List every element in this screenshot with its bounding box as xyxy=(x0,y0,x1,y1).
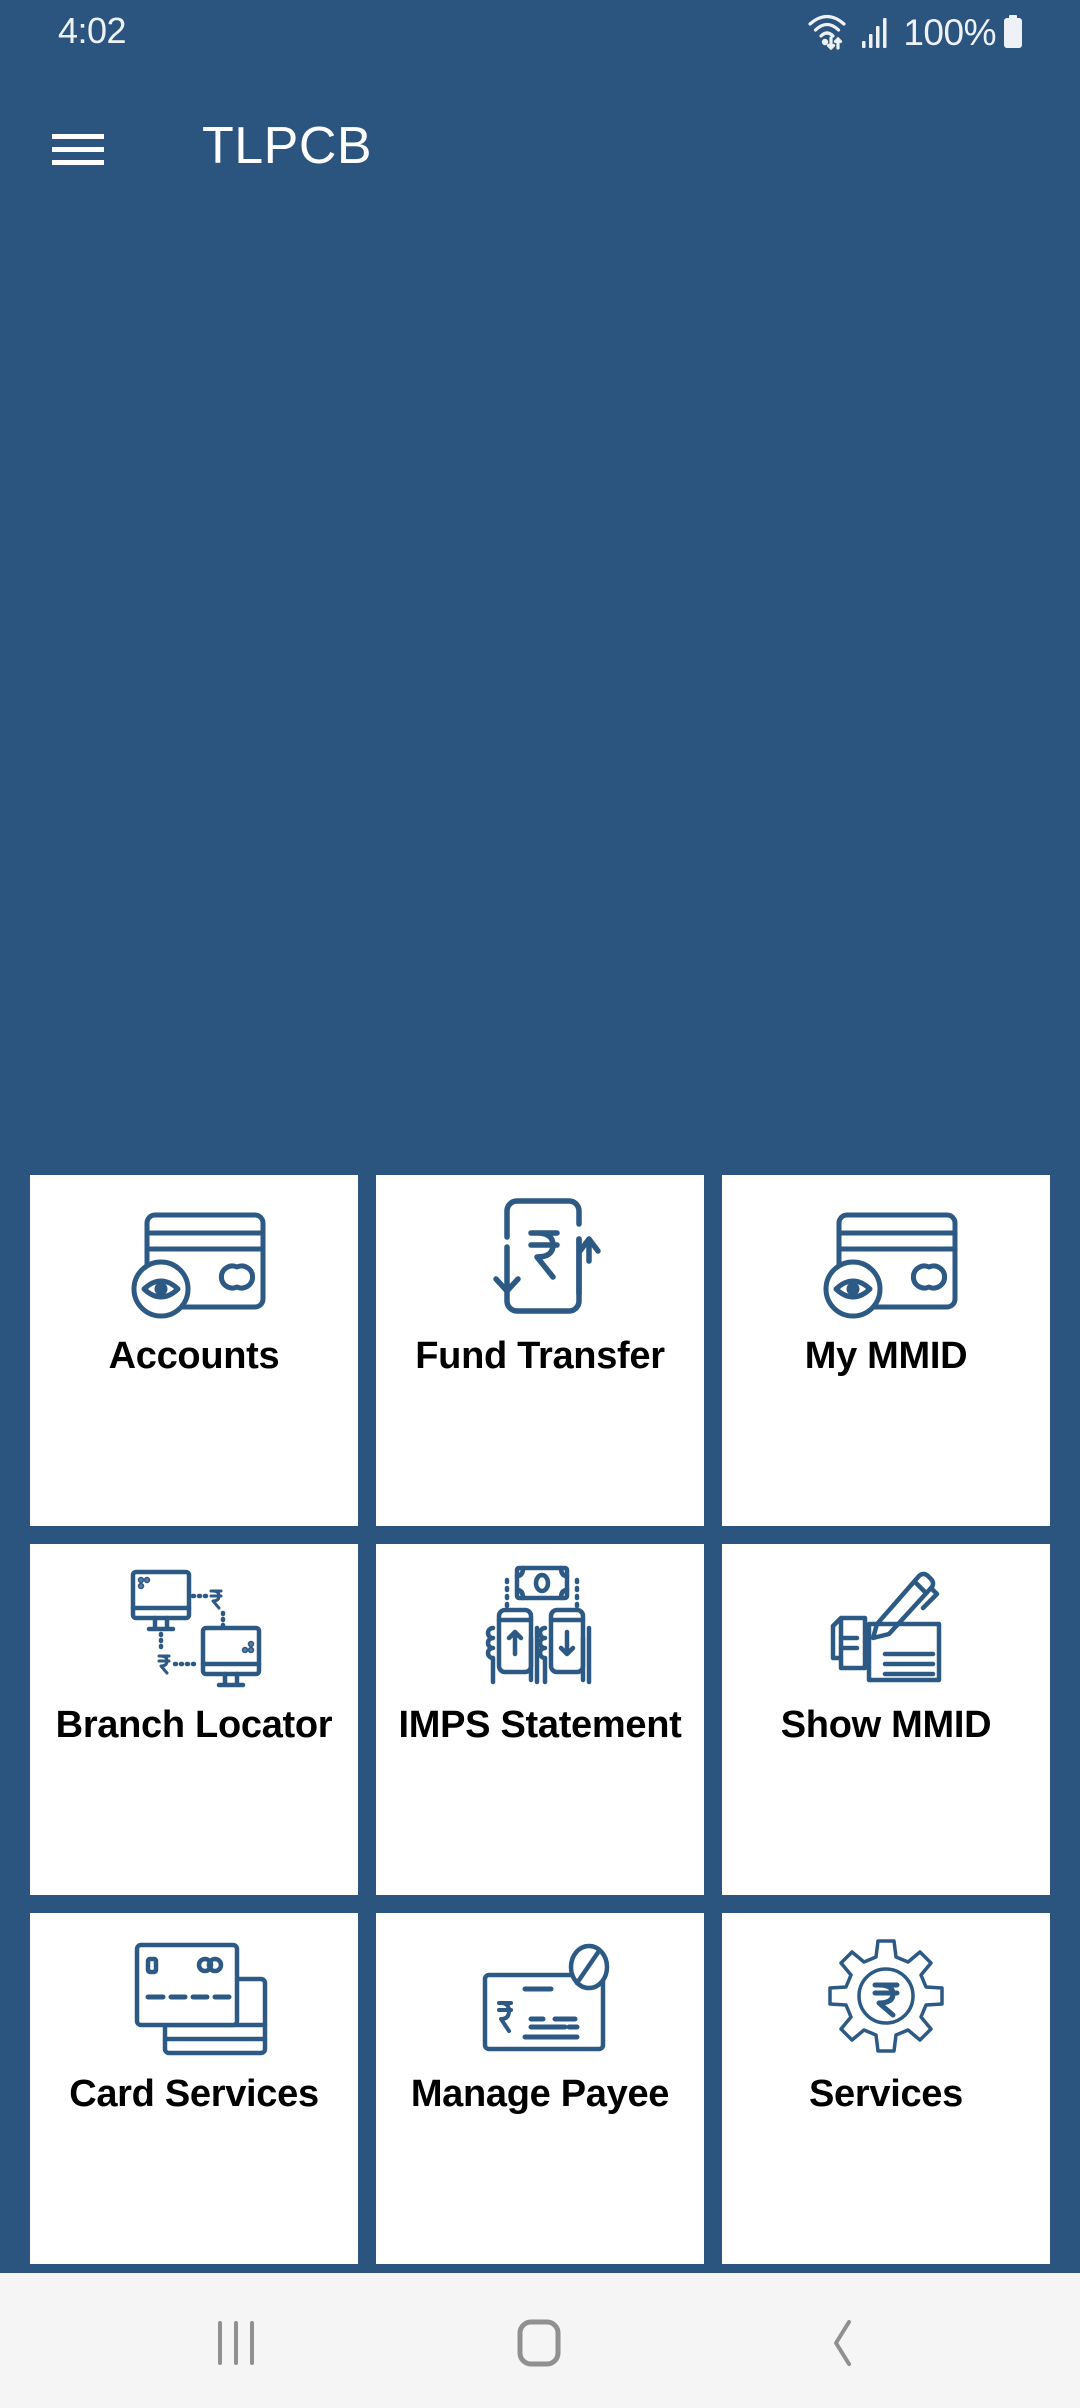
tile-label: Branch Locator xyxy=(55,1704,333,1746)
cheque-blocked-icon xyxy=(465,1927,615,2059)
tile-show-mmid[interactable]: Show MMID xyxy=(722,1544,1050,1895)
tile-label: Card Services xyxy=(69,2073,319,2115)
card-eye-icon xyxy=(119,1189,269,1321)
tile-branch-locator[interactable]: Branch Locator xyxy=(30,1544,358,1895)
rupee-transfer-icon xyxy=(465,1189,615,1321)
hamburger-menu-icon[interactable] xyxy=(40,120,116,180)
tile-fund-transfer[interactable]: Fund Transfer xyxy=(376,1175,704,1526)
mobile-money-transfer-icon xyxy=(465,1558,615,1690)
menu-grid: Accounts Fund Transfer My MMID Branch Lo… xyxy=(30,1175,1050,2264)
tile-accounts[interactable]: Accounts xyxy=(30,1175,358,1526)
tile-label: Fund Transfer xyxy=(415,1335,665,1377)
battery-percent: 100% xyxy=(903,12,996,53)
menu-line xyxy=(52,160,104,165)
status-time: 4:02 xyxy=(58,10,127,51)
tile-label: My MMID xyxy=(804,1335,968,1377)
home-icon[interactable] xyxy=(484,2295,594,2391)
recents-icon[interactable] xyxy=(181,2295,291,2391)
wifi-icon xyxy=(807,11,853,56)
computers-network-icon xyxy=(119,1558,269,1690)
tile-label: Manage Payee xyxy=(410,2073,670,2115)
system-nav-bar xyxy=(0,2273,1080,2408)
battery-icon xyxy=(1002,11,1024,56)
tile-label: Services xyxy=(809,2073,963,2115)
app-toolbar: TLPCB xyxy=(0,66,1080,224)
status-icons: 100% xyxy=(807,10,1024,56)
tile-manage-payee[interactable]: Manage Payee xyxy=(376,1913,704,2264)
menu-line xyxy=(52,134,104,139)
tile-label: Accounts xyxy=(108,1335,280,1377)
credit-cards-icon xyxy=(119,1927,269,2059)
tile-label: Show MMID xyxy=(780,1704,992,1746)
status-bar: 4:02 100% xyxy=(0,0,1080,66)
tile-card-services[interactable]: Card Services xyxy=(30,1913,358,2264)
tile-services[interactable]: Services xyxy=(722,1913,1050,2264)
menu-line xyxy=(52,147,104,152)
app-title: TLPCB xyxy=(202,117,373,175)
tile-my-mmid[interactable]: My MMID xyxy=(722,1175,1050,1526)
card-eye-icon xyxy=(811,1189,961,1321)
tile-imps-statement[interactable]: IMPS Statement xyxy=(376,1544,704,1895)
back-icon[interactable] xyxy=(785,2295,895,2391)
signal-icon xyxy=(859,11,889,56)
document-pen-icon xyxy=(811,1558,961,1690)
tile-label: IMPS Statement xyxy=(398,1704,682,1746)
rupee-gear-icon xyxy=(811,1927,961,2059)
